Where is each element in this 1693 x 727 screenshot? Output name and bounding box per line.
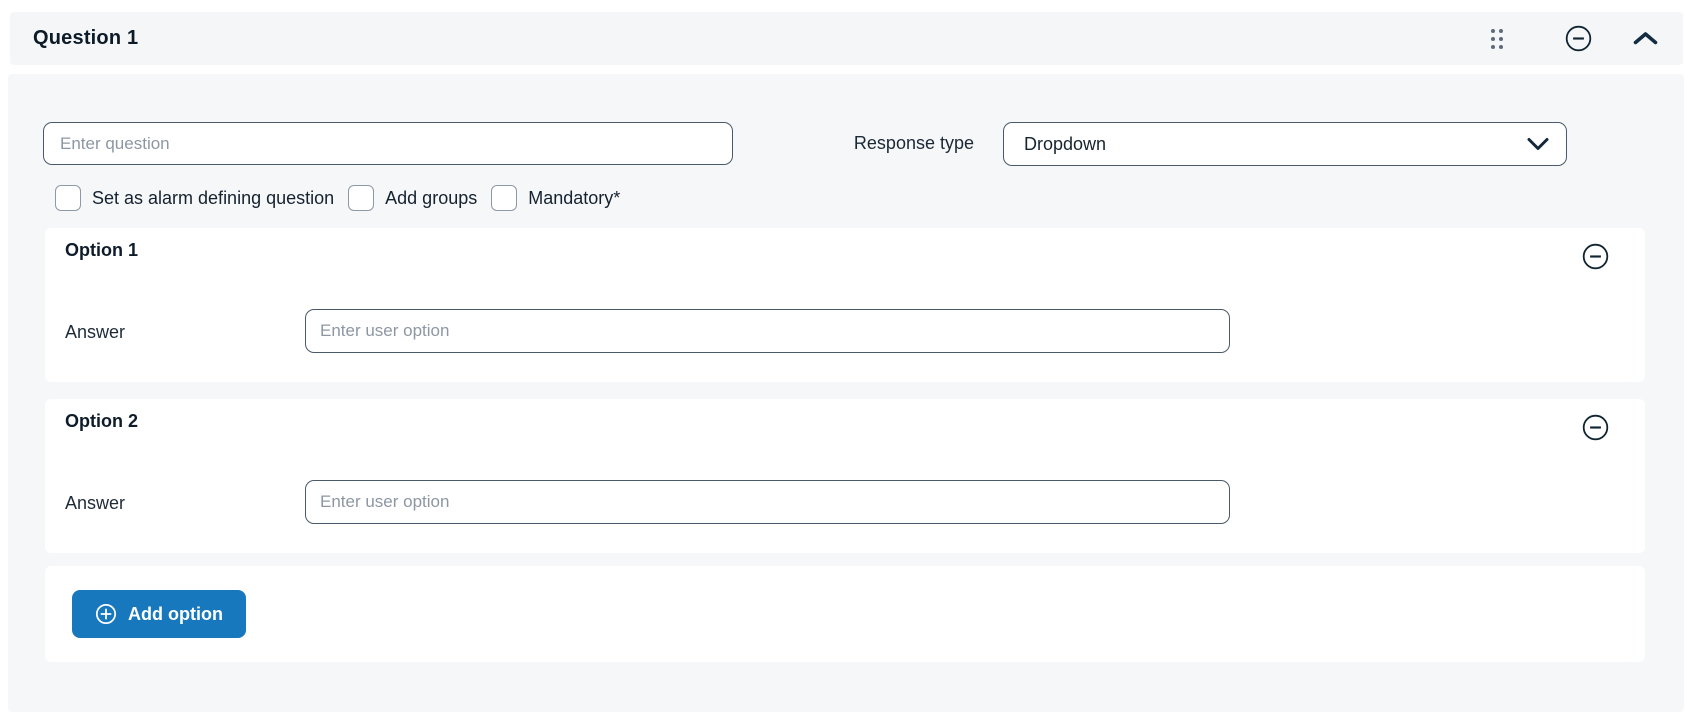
mandatory-label: Mandatory* [528,187,621,208]
collapse-question-button[interactable] [1632,30,1659,47]
response-type-label: Response type [853,133,974,153]
chevron-up-icon [1633,32,1658,45]
mandatory-checkbox-item: Mandatory* [491,185,620,211]
option-card-1: Option 1 Answer [45,228,1645,382]
question-body-card: Response type Dropdown Set as alarm defi… [8,74,1684,712]
drag-handle-icon[interactable] [1491,28,1503,49]
add-groups-checkbox[interactable] [348,185,375,211]
option-1-answer-label: Answer [65,322,126,342]
question-header-actions [1491,25,1659,52]
plus-circle-icon [95,603,117,625]
chevron-down-icon [1526,137,1550,152]
option-1-answer-input[interactable] [305,309,1230,353]
option-2-title: Option 2 [65,411,138,431]
response-type-selected-value: Dropdown [1024,133,1107,154]
minus-circle-icon [1582,414,1609,441]
question-header: Question 1 [10,12,1683,65]
add-groups-checkbox-item: Add groups [348,185,477,211]
add-groups-label: Add groups [385,187,478,208]
remove-question-button[interactable] [1565,25,1592,52]
response-type-select[interactable]: Dropdown [1003,122,1567,166]
remove-option-2-button[interactable] [1582,414,1609,441]
option-card-2: Option 2 Answer [45,399,1645,553]
question-flags-row: Set as alarm defining question Add group… [55,185,620,211]
add-option-button[interactable]: Add option [72,590,246,638]
alarm-defining-checkbox[interactable] [55,185,81,211]
option-2-answer-label: Answer [65,493,126,513]
mandatory-checkbox[interactable] [491,185,518,211]
add-option-card: Add option [45,566,1645,662]
option-1-title: Option 1 [65,240,138,260]
minus-circle-icon [1565,25,1592,52]
question-title: Question 1 [33,27,139,49]
remove-option-1-button[interactable] [1582,243,1609,270]
minus-circle-icon [1582,243,1609,270]
alarm-defining-label: Set as alarm defining question [92,187,335,208]
alarm-defining-checkbox-item: Set as alarm defining question [55,185,334,211]
option-2-answer-input[interactable] [305,480,1230,524]
question-input[interactable] [43,122,733,165]
add-option-label: Add option [128,603,223,624]
